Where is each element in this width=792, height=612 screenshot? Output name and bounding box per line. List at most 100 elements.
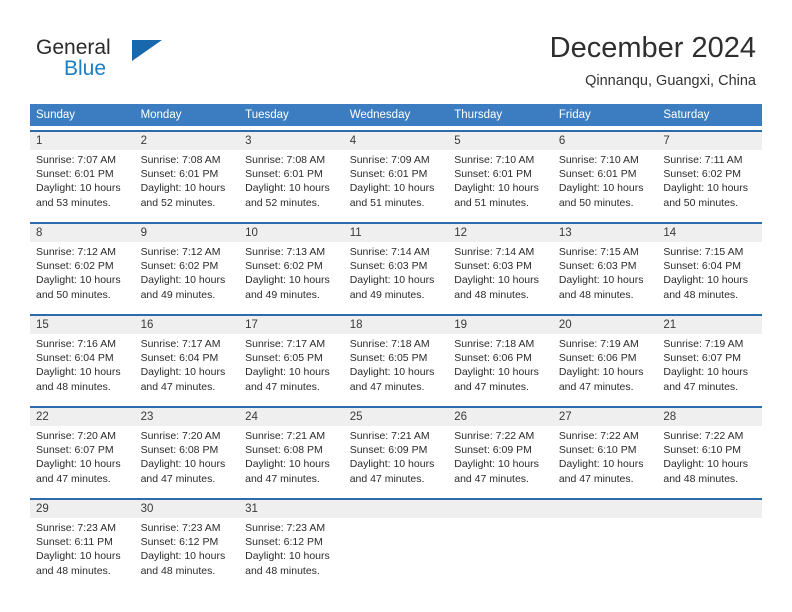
day-cell[interactable]: Sunrise: 7:19 AM Sunset: 6:06 PM Dayligh… [553,334,658,402]
day-number[interactable]: 25 [344,408,449,426]
sunset-text: Sunset: 6:12 PM [245,536,323,549]
sunrise-text: Sunrise: 7:20 AM [140,430,221,442]
day-number[interactable]: 9 [135,224,240,242]
day-info-band: Sunrise: 7:16 AM Sunset: 6:04 PM Dayligh… [30,334,762,402]
day-number[interactable]: 15 [30,316,135,334]
day-number[interactable]: 21 [657,316,762,334]
sunrise-text: Sunrise: 7:12 AM [140,246,221,258]
day-cell[interactable]: Sunrise: 7:14 AM Sunset: 6:03 PM Dayligh… [344,242,449,310]
day-number[interactable]: 7 [657,132,762,150]
sunset-text: Sunset: 6:09 PM [349,444,428,457]
sunrise-text: Sunrise: 7:18 AM [349,338,430,350]
day-number[interactable]: 1 [30,132,135,150]
day-number[interactable]: 19 [448,316,553,334]
weekday-header-row: Sunday Monday Tuesday Wednesday Thursday… [30,104,762,126]
sunset-text: Sunset: 6:01 PM [36,168,114,181]
sunrise-text: Sunrise: 7:21 AM [349,430,430,442]
daylight-text-line1: Daylight: 10 hours [140,274,226,287]
day-cell[interactable]: Sunrise: 7:22 AM Sunset: 6:10 PM Dayligh… [657,426,762,494]
day-cell[interactable]: Sunrise: 7:23 AM Sunset: 6:12 PM Dayligh… [239,518,344,586]
day-cell[interactable]: Sunrise: 7:23 AM Sunset: 6:12 PM Dayligh… [135,518,240,586]
weekday-header-tuesday: Tuesday [245,109,289,121]
day-number[interactable]: 11 [344,224,449,242]
sunset-text: Sunset: 6:07 PM [36,444,114,457]
day-number[interactable]: 17 [239,316,344,334]
day-number[interactable]: 27 [553,408,658,426]
day-cell[interactable]: Sunrise: 7:20 AM Sunset: 6:08 PM Dayligh… [135,426,240,494]
day-cell[interactable]: Sunrise: 7:22 AM Sunset: 6:10 PM Dayligh… [553,426,658,494]
daylight-text-line1: Daylight: 10 hours [36,458,121,471]
day-cell[interactable]: Sunrise: 7:21 AM Sunset: 6:08 PM Dayligh… [239,426,344,494]
day-number[interactable]: 26 [448,408,553,426]
day-cell[interactable]: Sunrise: 7:08 AM Sunset: 6:01 PM Dayligh… [239,150,344,218]
daylight-text-line2: and 47 minutes. [140,380,216,393]
logo-text-blue: Blue [64,57,107,80]
day-cell[interactable]: Sunrise: 7:17 AM Sunset: 6:04 PM Dayligh… [135,334,240,402]
day-number[interactable]: 3 [239,132,344,150]
day-info-band: Sunrise: 7:07 AM Sunset: 6:01 PM Dayligh… [30,150,762,218]
daylight-text-line2: and 47 minutes. [558,472,634,485]
day-number[interactable]: 4 [344,132,449,150]
day-cell[interactable]: Sunrise: 7:19 AM Sunset: 6:07 PM Dayligh… [657,334,762,402]
day-number-empty [448,500,553,518]
sunset-text: Sunset: 6:02 PM [663,168,742,181]
day-number[interactable]: 31 [239,500,344,518]
daylight-text-line2: and 48 minutes. [663,288,739,301]
daylight-text-line1: Daylight: 10 hours [663,274,749,287]
sunrise-text: Sunrise: 7:22 AM [454,430,535,442]
day-cell[interactable]: Sunrise: 7:17 AM Sunset: 6:05 PM Dayligh… [239,334,344,402]
day-number[interactable]: 13 [553,224,658,242]
daylight-text-line2: and 49 minutes. [140,288,216,301]
day-number[interactable]: 28 [657,408,762,426]
day-number[interactable]: 20 [553,316,658,334]
sunrise-text: Sunrise: 7:21 AM [245,430,326,442]
calendar-week-row: 29 30 31 Sunrise: 7:23 AM Sunset: 6:11 P… [30,498,762,586]
day-cell[interactable]: Sunrise: 7:15 AM Sunset: 6:04 PM Dayligh… [657,242,762,310]
day-number[interactable]: 12 [448,224,553,242]
day-number[interactable]: 22 [30,408,135,426]
day-number[interactable]: 29 [30,500,135,518]
day-number[interactable]: 5 [448,132,553,150]
sunset-text: Sunset: 6:01 PM [558,168,637,181]
day-number[interactable]: 6 [553,132,658,150]
day-number[interactable]: 8 [30,224,135,242]
day-number[interactable]: 18 [344,316,449,334]
day-cell[interactable]: Sunrise: 7:08 AM Sunset: 6:01 PM Dayligh… [135,150,240,218]
day-number[interactable]: 30 [135,500,240,518]
day-number[interactable]: 10 [239,224,344,242]
day-number[interactable]: 24 [239,408,344,426]
day-number[interactable]: 16 [135,316,240,334]
day-number[interactable]: 23 [135,408,240,426]
day-cell[interactable]: Sunrise: 7:18 AM Sunset: 6:06 PM Dayligh… [448,334,553,402]
day-cell[interactable]: Sunrise: 7:12 AM Sunset: 6:02 PM Dayligh… [30,242,135,310]
daylight-text-line2: and 52 minutes. [140,196,216,209]
calendar-week-row: 1 2 3 4 5 6 7 Sunrise: 7:07 AM Sunset: 6… [30,130,762,218]
day-cell[interactable]: Sunrise: 7:10 AM Sunset: 6:01 PM Dayligh… [553,150,658,218]
general-blue-logo[interactable]: General Blue [36,36,216,84]
daylight-text-line1: Daylight: 10 hours [663,366,749,379]
day-cell[interactable]: Sunrise: 7:11 AM Sunset: 6:02 PM Dayligh… [657,150,762,218]
day-cell[interactable]: Sunrise: 7:07 AM Sunset: 6:01 PM Dayligh… [30,150,135,218]
day-cell[interactable]: Sunrise: 7:23 AM Sunset: 6:11 PM Dayligh… [30,518,135,586]
day-cell[interactable]: Sunrise: 7:09 AM Sunset: 6:01 PM Dayligh… [344,150,449,218]
day-cell[interactable]: Sunrise: 7:21 AM Sunset: 6:09 PM Dayligh… [344,426,449,494]
day-cell[interactable]: Sunrise: 7:18 AM Sunset: 6:05 PM Dayligh… [344,334,449,402]
day-cell[interactable]: Sunrise: 7:14 AM Sunset: 6:03 PM Dayligh… [448,242,553,310]
day-cell[interactable]: Sunrise: 7:16 AM Sunset: 6:04 PM Dayligh… [30,334,135,402]
sunset-text: Sunset: 6:08 PM [245,444,323,457]
day-cell[interactable]: Sunrise: 7:20 AM Sunset: 6:07 PM Dayligh… [30,426,135,494]
sunset-text: Sunset: 6:01 PM [349,168,428,181]
day-cell[interactable]: Sunrise: 7:12 AM Sunset: 6:02 PM Dayligh… [135,242,240,310]
day-cell[interactable]: Sunrise: 7:10 AM Sunset: 6:01 PM Dayligh… [448,150,553,218]
day-cell[interactable]: Sunrise: 7:13 AM Sunset: 6:02 PM Dayligh… [239,242,344,310]
day-number[interactable]: 14 [657,224,762,242]
sunrise-text: Sunrise: 7:17 AM [140,338,221,350]
day-cell[interactable]: Sunrise: 7:15 AM Sunset: 6:03 PM Dayligh… [553,242,658,310]
daylight-text-line1: Daylight: 10 hours [36,550,121,563]
day-number[interactable]: 2 [135,132,240,150]
calendar-grid: Sunday Monday Tuesday Wednesday Thursday… [30,104,762,586]
day-cell[interactable]: Sunrise: 7:22 AM Sunset: 6:09 PM Dayligh… [448,426,553,494]
day-info-band: Sunrise: 7:12 AM Sunset: 6:02 PM Dayligh… [30,242,762,310]
daylight-text-line2: and 50 minutes. [558,196,634,209]
daylight-text-line1: Daylight: 10 hours [349,274,435,287]
